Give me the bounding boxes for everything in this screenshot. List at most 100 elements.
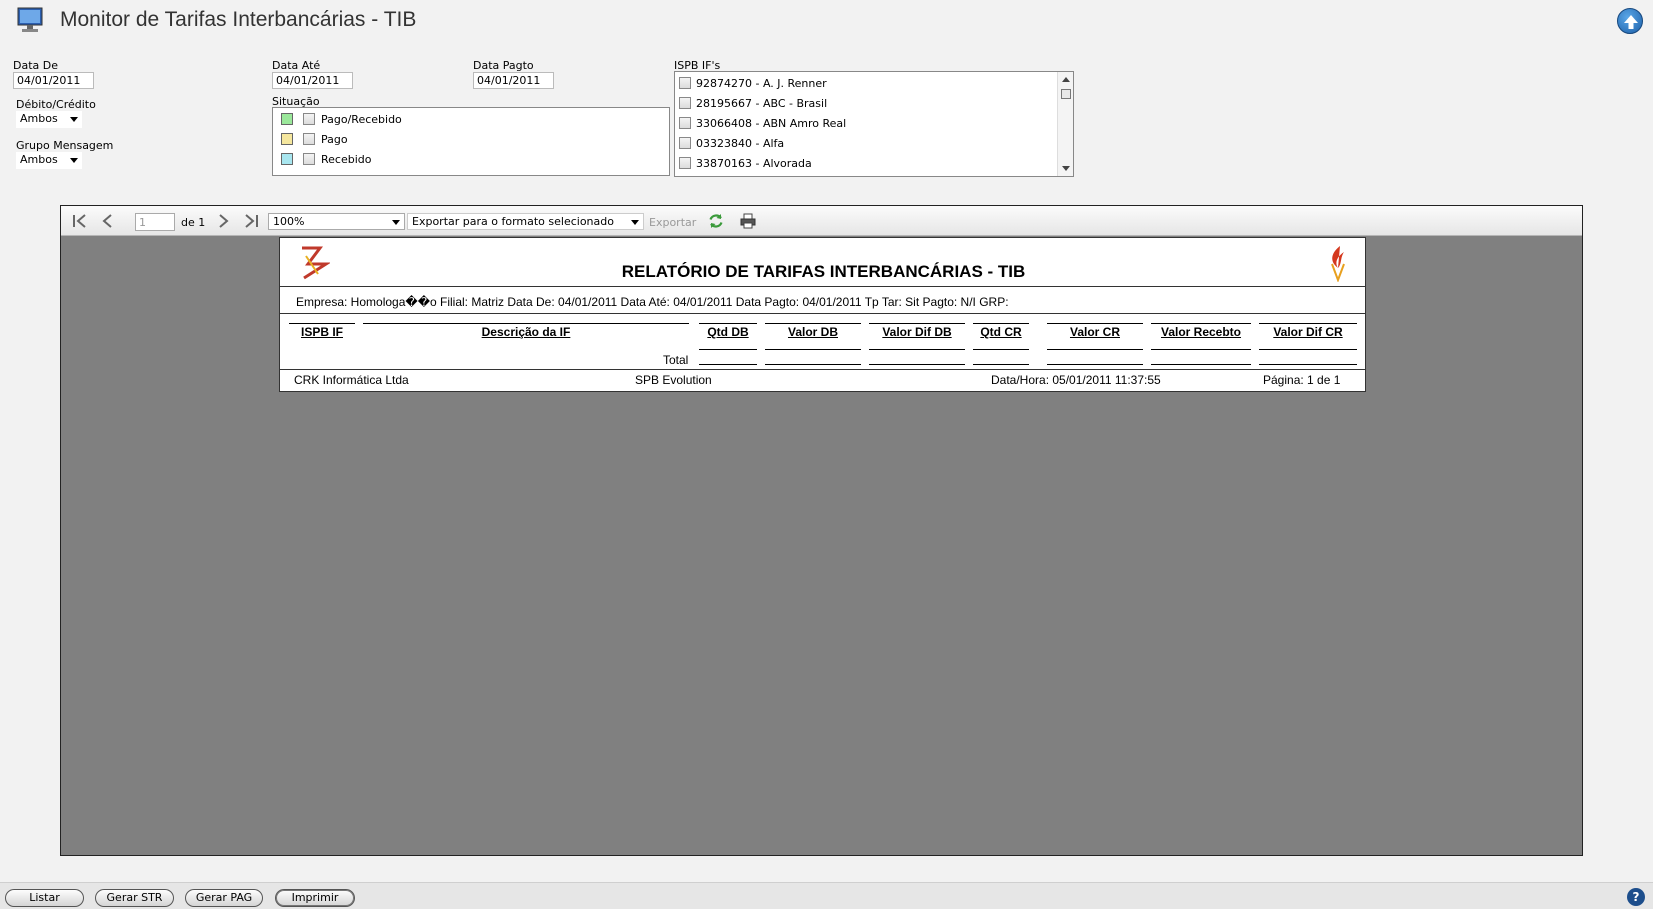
report-info: Empresa: Homologa��o Filial: Matriz Data… xyxy=(296,295,1009,309)
column-header: Valor Dif DB xyxy=(882,325,952,339)
listar-button[interactable]: Listar xyxy=(5,889,84,907)
total-label: Total xyxy=(663,353,689,367)
column-header: Descrição da IF xyxy=(481,325,571,339)
imprimir-button[interactable]: Imprimir xyxy=(275,889,355,907)
total-rule xyxy=(869,349,965,350)
ispb-list[interactable]: 92874270 - A. J. Renner 28195667 - ABC -… xyxy=(674,71,1074,177)
status-swatch xyxy=(281,153,293,165)
total-rule xyxy=(765,364,861,365)
next-page-icon[interactable] xyxy=(214,212,232,230)
ispb-item-label: 28195667 - ABC - Brasil xyxy=(696,97,828,110)
ispb-item-label: 92874270 - A. J. Renner xyxy=(696,77,827,90)
scroll-down-icon[interactable] xyxy=(1062,166,1070,171)
scroll-thumb[interactable] xyxy=(1061,89,1071,99)
data-pagto-input[interactable] xyxy=(473,72,554,89)
footer-page: Página: 1 de 1 xyxy=(1263,373,1341,387)
monitor-icon xyxy=(16,6,44,34)
page-number-input[interactable] xyxy=(135,213,175,231)
chevron-down-icon xyxy=(631,220,639,225)
recebido-checkbox[interactable] xyxy=(303,153,315,165)
zoom-select[interactable]: 100% xyxy=(268,213,405,230)
header-rule xyxy=(1047,323,1143,324)
divider xyxy=(280,286,1365,287)
total-rule xyxy=(973,349,1029,350)
header-rule xyxy=(363,323,689,324)
situacao-item-label: Recebido xyxy=(321,153,372,166)
total-rule xyxy=(1047,364,1143,365)
situacao-item-label: Pago/Recebido xyxy=(321,113,402,126)
prev-page-icon[interactable] xyxy=(99,212,117,230)
header-rule xyxy=(699,323,757,324)
header-rule xyxy=(1259,323,1357,324)
situacao-item-label: Pago xyxy=(321,133,348,146)
footer-datetime: Data/Hora: 05/01/2011 11:37:55 xyxy=(991,373,1161,387)
status-swatch xyxy=(281,133,293,145)
status-swatch xyxy=(281,113,293,125)
chevron-down-icon xyxy=(392,220,400,225)
total-rule xyxy=(1151,349,1251,350)
chevron-down-icon xyxy=(70,117,78,122)
total-rule xyxy=(699,349,757,350)
divider xyxy=(280,313,1365,314)
total-rule xyxy=(765,349,861,350)
pago-recebido-checkbox[interactable] xyxy=(303,113,315,125)
gerar-pag-button[interactable]: Gerar PAG xyxy=(185,889,263,907)
pago-checkbox[interactable] xyxy=(303,133,315,145)
column-header: Valor CR xyxy=(1069,325,1120,339)
print-icon[interactable] xyxy=(739,212,757,230)
data-pagto-label: Data Pagto xyxy=(473,59,534,72)
debito-credito-label: Débito/Crédito xyxy=(16,98,96,111)
refresh-icon[interactable] xyxy=(707,212,725,230)
ispb-item-label: 03323840 - Alfa xyxy=(696,137,785,150)
export-link[interactable]: Exportar xyxy=(649,216,696,229)
total-rule xyxy=(1151,364,1251,365)
column-header: Valor Dif CR xyxy=(1273,325,1343,339)
last-page-icon[interactable] xyxy=(242,212,260,230)
footer-product: SPB Evolution xyxy=(635,373,712,387)
ispb-item-label: 33066408 - ABN Amro Real xyxy=(696,117,847,130)
column-header: Valor Recebto xyxy=(1160,325,1242,339)
total-rule xyxy=(973,364,1029,365)
grupo-mensagem-label: Grupo Mensagem xyxy=(16,139,114,152)
flame-logo-icon xyxy=(1326,244,1350,285)
ispb-checkbox[interactable] xyxy=(679,157,691,169)
page-count: de 1 xyxy=(181,216,206,229)
ispb-checkbox[interactable] xyxy=(679,137,691,149)
header: Monitor de Tarifas Interbancárias - TIB xyxy=(0,0,1653,44)
data-de-label: Data De xyxy=(13,59,58,72)
report-page: RELATÓRIO DE TARIFAS INTERBANCÁRIAS - TI… xyxy=(279,237,1366,392)
gerar-str-button[interactable]: Gerar STR xyxy=(95,889,174,907)
ispb-item-label: 33870163 - Alvorada xyxy=(696,157,812,170)
first-page-icon[interactable] xyxy=(71,212,89,230)
situacao-group: Pago/Recebido Pago Recebido xyxy=(272,107,670,176)
ispb-checkbox[interactable] xyxy=(679,77,691,89)
header-rule xyxy=(765,323,861,324)
header-rule xyxy=(973,323,1029,324)
chevron-down-icon xyxy=(70,158,78,163)
total-rule xyxy=(869,364,965,365)
export-format-value: Exportar para o formato selecionado xyxy=(412,215,614,228)
help-icon[interactable]: ? xyxy=(1627,888,1645,906)
debito-credito-value: Ambos xyxy=(20,112,58,125)
data-ate-label: Data Até xyxy=(272,59,321,72)
data-de-input[interactable] xyxy=(13,72,94,89)
column-header: Qtd DB xyxy=(707,325,749,339)
export-format-select[interactable]: Exportar para o formato selecionado xyxy=(407,213,644,230)
action-bar: Listar Gerar STR Gerar PAG Imprimir ? xyxy=(0,882,1653,909)
page-title: Monitor de Tarifas Interbancárias - TIB xyxy=(60,8,417,31)
data-ate-input[interactable] xyxy=(272,72,353,89)
ispb-checkbox[interactable] xyxy=(679,117,691,129)
debito-credito-select[interactable]: Ambos xyxy=(16,111,82,128)
grupo-mensagem-value: Ambos xyxy=(20,153,58,166)
grupo-mensagem-select[interactable]: Ambos xyxy=(16,152,82,169)
total-rule xyxy=(1259,349,1357,350)
header-rule xyxy=(869,323,965,324)
zoom-value: 100% xyxy=(273,215,305,228)
up-arrow-icon[interactable] xyxy=(1617,8,1643,34)
ispb-checkbox[interactable] xyxy=(679,97,691,109)
header-rule xyxy=(289,323,355,324)
ispb-scrollbar[interactable] xyxy=(1057,72,1073,176)
scroll-up-icon[interactable] xyxy=(1062,77,1070,82)
divider xyxy=(280,369,1365,370)
header-rule xyxy=(1151,323,1251,324)
